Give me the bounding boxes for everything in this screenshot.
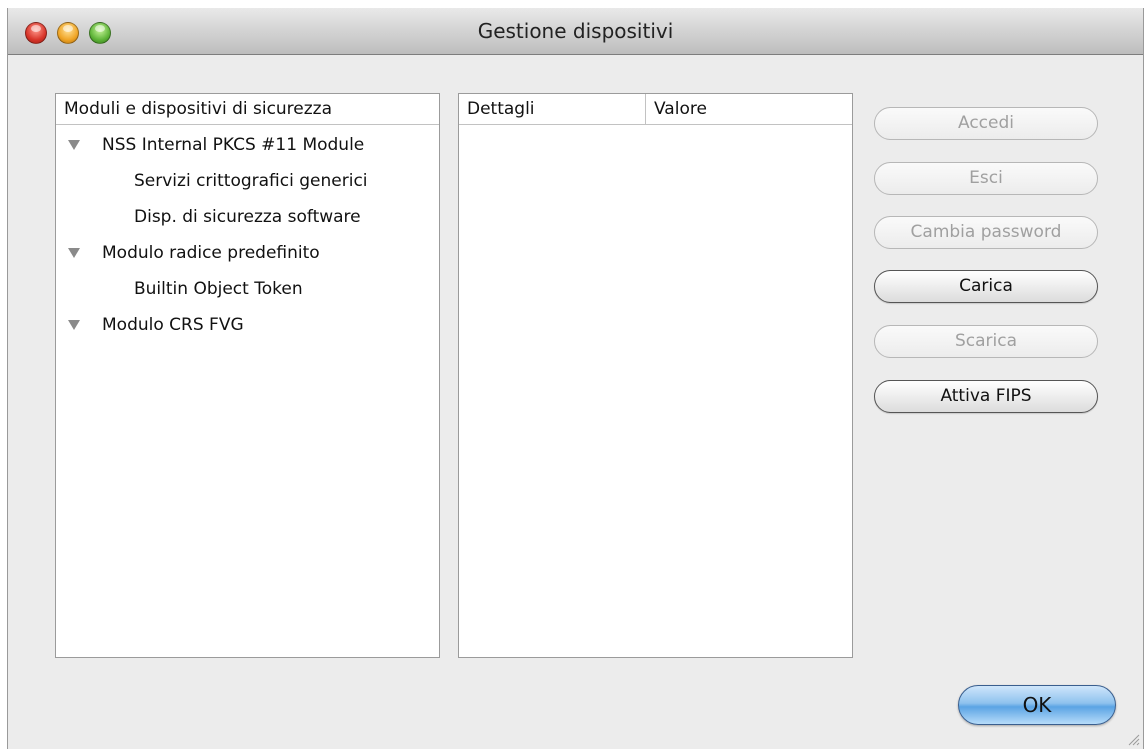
tree-item-label: Builtin Object Token bbox=[134, 279, 303, 299]
tree-item-label: Modulo radice predefinito bbox=[102, 243, 320, 263]
tree-item-label: Modulo CRS FVG bbox=[102, 315, 244, 335]
window-title: Gestione dispositivi bbox=[477, 19, 674, 43]
column-header-valore[interactable]: Valore bbox=[646, 94, 852, 125]
details-table[interactable]: Dettagli Valore bbox=[458, 93, 853, 658]
tree-column-header[interactable]: Moduli e dispositivi di sicurezza bbox=[56, 94, 439, 125]
disclosure-triangle-down-icon[interactable] bbox=[68, 320, 80, 330]
device-manager-window: Gestione dispositivi Moduli e dispositiv… bbox=[7, 8, 1144, 749]
attiva-fips-button[interactable]: Attiva FIPS bbox=[874, 380, 1098, 413]
cambia-password-button[interactable]: Cambia password bbox=[874, 216, 1098, 249]
tree-item-label: Disp. di sicurezza software bbox=[134, 207, 361, 227]
resize-grip-icon[interactable] bbox=[1126, 732, 1140, 746]
column-header-dettagli[interactable]: Dettagli bbox=[459, 94, 645, 125]
accedi-button[interactable]: Accedi bbox=[874, 107, 1098, 140]
tree-item-label: NSS Internal PKCS #11 Module bbox=[102, 135, 365, 155]
ok-button[interactable]: OK bbox=[958, 685, 1116, 725]
tree-item-label: Servizi crittografici generici bbox=[134, 171, 368, 191]
scarica-button[interactable]: Scarica bbox=[874, 325, 1098, 358]
disclosure-triangle-down-icon[interactable] bbox=[68, 140, 80, 150]
esci-button[interactable]: Esci bbox=[874, 162, 1098, 195]
carica-button[interactable]: Carica bbox=[874, 270, 1098, 303]
disclosure-triangle-down-icon[interactable] bbox=[68, 248, 80, 258]
security-modules-tree[interactable]: Moduli e dispositivi di sicurezza NSS In… bbox=[55, 93, 440, 658]
title-bar[interactable]: Gestione dispositivi bbox=[8, 8, 1143, 55]
